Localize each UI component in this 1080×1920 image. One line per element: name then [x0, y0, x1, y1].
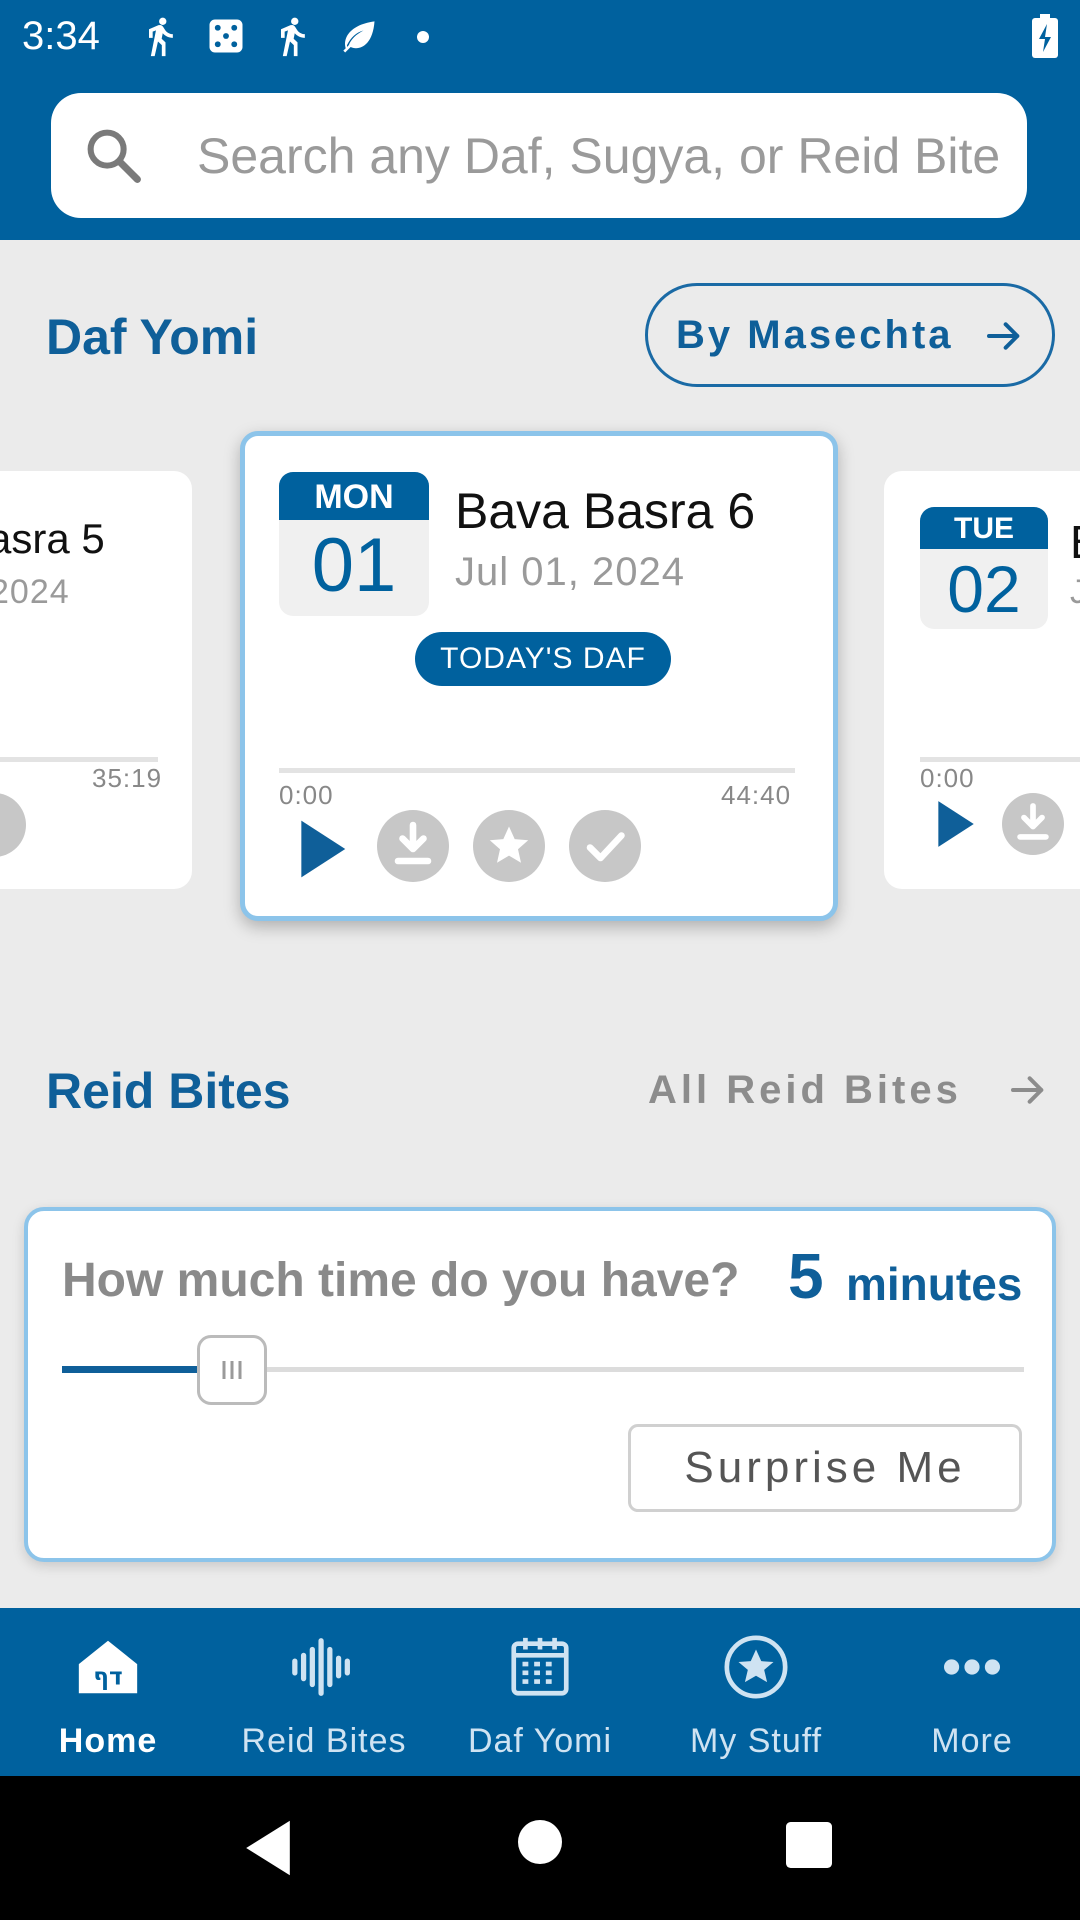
- day-number: 01: [311, 523, 397, 608]
- mark-done-icon[interactable]: [0, 793, 26, 857]
- status-time: 3:34: [22, 14, 100, 58]
- nav-item-reid-bites[interactable]: Reid Bites: [216, 1608, 432, 1776]
- search-icon: [87, 129, 141, 183]
- star-circle-icon: [724, 1635, 788, 1699]
- end-time: 35:19: [92, 763, 163, 793]
- time-question: How much time do you have?: [62, 1254, 740, 1307]
- mark-done-icon[interactable]: [569, 810, 641, 882]
- nav-label: More: [931, 1722, 1013, 1760]
- dice-icon: [209, 19, 243, 53]
- start-time: 0:00: [920, 763, 975, 793]
- daf-card-title: Bava Basra 6: [455, 483, 756, 539]
- download-icon[interactable]: [377, 810, 449, 882]
- recents-square-icon[interactable]: [786, 1822, 832, 1868]
- by-masechta-label: By Masechta: [676, 312, 954, 357]
- nav-label: Reid Bites: [241, 1722, 407, 1760]
- reid-bites-heading: Reid Bites: [46, 1063, 291, 1119]
- surprise-me-button[interactable]: Surprise Me: [628, 1424, 1022, 1512]
- top-bar: 3:34: [0, 0, 1080, 240]
- date-badge: MON 01: [279, 472, 429, 616]
- daf-yomi-heading: Daf Yomi: [46, 309, 259, 365]
- by-masechta-button[interactable]: By Masechta: [645, 283, 1055, 387]
- svg-text:דף: דף: [93, 1663, 122, 1691]
- grip-icon: [222, 1361, 242, 1379]
- arrow-right-icon: [987, 322, 1020, 350]
- start-time: 0:00: [279, 780, 334, 810]
- notification-dot: [417, 31, 429, 43]
- nav-item-more[interactable]: More: [864, 1608, 1080, 1776]
- play-icon[interactable]: [934, 799, 976, 849]
- bottom-nav: דף Home Reid Bites Daf Yomi My Stuff Mor…: [0, 1608, 1080, 1776]
- day-number: 02: [947, 552, 1021, 626]
- nav-label: My Stuff: [689, 1722, 823, 1760]
- leaf-icon: [343, 21, 375, 53]
- favorite-star-icon[interactable]: [473, 810, 545, 882]
- nav-label: Daf Yomi: [467, 1722, 613, 1760]
- daf-card-today[interactable]: MON 01 Bava Basra 6 Jul 01, 2024 TODAY'S…: [240, 431, 838, 921]
- back-icon[interactable]: [240, 1818, 296, 1878]
- minutes-value: 5: [788, 1240, 824, 1312]
- status-bar: 3:34: [0, 0, 1080, 76]
- walking-icon: [281, 17, 305, 57]
- daf-card-next[interactable]: TUE 02 B J 0:00: [884, 471, 1080, 889]
- progress-track[interactable]: [920, 757, 1080, 762]
- slider-fill: [62, 1366, 197, 1373]
- walking-icon: [149, 17, 173, 57]
- search-input[interactable]: [197, 93, 1007, 218]
- progress-track[interactable]: [0, 757, 158, 762]
- daf-card-date: J: [1070, 573, 1080, 611]
- time-picker-card: How much time do you have? 5 minutes Sur…: [24, 1207, 1056, 1562]
- home-circle-icon[interactable]: [518, 1820, 562, 1864]
- all-reid-bites-link[interactable]: All Reid Bites: [648, 1060, 1048, 1120]
- date-badge: TUE 02: [920, 507, 1048, 629]
- more-dots-icon: [944, 1659, 1000, 1675]
- audio-wave-icon: [292, 1638, 350, 1696]
- daf-card-title: B: [1070, 515, 1080, 569]
- progress-track[interactable]: [279, 768, 795, 773]
- daf-card-previous[interactable]: Basra 5 2024 35:19: [0, 471, 192, 889]
- todays-daf-badge: TODAY'S DAF: [415, 632, 671, 686]
- daf-card-title: Basra 5: [0, 515, 105, 562]
- day-of-week: TUE: [920, 507, 1048, 549]
- daf-card-date: 2024: [0, 573, 70, 611]
- play-icon[interactable]: [295, 818, 349, 880]
- search-bar[interactable]: [51, 93, 1027, 218]
- day-of-week: MON: [279, 472, 429, 520]
- end-time: 44:40: [721, 780, 792, 810]
- calendar-icon: [511, 1637, 569, 1696]
- nav-item-my-stuff[interactable]: My Stuff: [648, 1608, 864, 1776]
- arrow-right-icon: [1011, 1076, 1044, 1104]
- nav-item-daf-yomi[interactable]: Daf Yomi: [432, 1608, 648, 1776]
- battery-charging-icon: [1032, 14, 1058, 58]
- home-daf-icon: דף: [78, 1640, 138, 1694]
- nav-label: Home: [58, 1722, 158, 1760]
- minutes-unit: minutes: [846, 1258, 1023, 1310]
- daf-card-date: Jul 01, 2024: [455, 550, 685, 594]
- slider-thumb[interactable]: [196, 1335, 267, 1405]
- system-nav-bar: [0, 1776, 1080, 1920]
- all-reid-bites-label: All Reid Bites: [648, 1067, 962, 1112]
- nav-item-home[interactable]: דף Home: [0, 1608, 216, 1776]
- download-icon[interactable]: [1002, 793, 1064, 855]
